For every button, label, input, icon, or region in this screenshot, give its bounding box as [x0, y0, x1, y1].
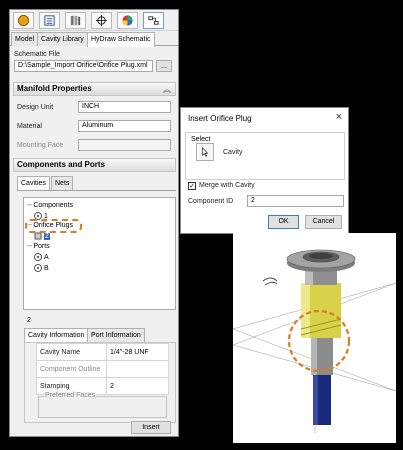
orifice-plug-model — [233, 249, 396, 433]
crosshair-icon[interactable] — [91, 12, 112, 29]
plug-shaft-highlight — [311, 333, 317, 375]
merge-checkbox[interactable]: ✓ — [188, 182, 196, 190]
schematic-file-label: Schematic File — [14, 51, 60, 58]
cavity-name-label: Cavity Name — [36, 343, 107, 361]
table-row: Cavity Name 1/4"-28 UNF — [36, 343, 169, 361]
tab-hydraw-schematic[interactable]: HyDraw Schematic — [87, 32, 155, 47]
schematic-file-field[interactable]: D:\Sample_Import Orifice\Orifice Plug.xm… — [14, 60, 153, 72]
port-icon — [34, 253, 42, 261]
panel-tabs: Model Cavity Library HyDraw Schematic — [10, 32, 178, 47]
port-b-label: B — [44, 264, 49, 272]
material-field[interactable]: Aluminum — [78, 120, 171, 132]
plug-thread-highlight — [301, 283, 310, 338]
stamping-value[interactable]: 2 — [106, 377, 169, 395]
component-id-field[interactable]: 2 — [247, 195, 344, 207]
subtab-cavities[interactable]: Cavities — [17, 176, 50, 191]
tab-port-information[interactable]: Port Information — [87, 328, 145, 342]
cavity-label: Cavity — [223, 149, 243, 156]
components-ports-title: Components and Ports — [17, 160, 106, 169]
rotate-view-icon[interactable] — [262, 277, 278, 286]
material-label: Material — [17, 123, 42, 130]
ports-label: Ports — [33, 243, 50, 250]
preferred-faces-label: Preferred Faces — [44, 392, 97, 399]
cursor-icon — [202, 147, 209, 157]
orifice-plug-icon — [34, 232, 42, 240]
components-ports-header: Components and Ports — [13, 158, 176, 172]
selection-number: 2 — [27, 317, 31, 324]
select-cavity-button[interactable] — [196, 143, 214, 161]
tree-node-port-b[interactable]: B — [34, 264, 49, 272]
close-icon[interactable]: × — [336, 111, 342, 123]
mounting-face-field — [78, 139, 171, 151]
tree-connector: ·--- — [26, 243, 32, 250]
merge-label: Merge with Cavity — [199, 182, 255, 189]
collapse-icon[interactable]: ︽ — [163, 84, 171, 96]
orifice-highlight — [25, 219, 82, 233]
list-icon[interactable] — [39, 12, 60, 29]
tab-cavity-library[interactable]: Cavity Library — [37, 32, 88, 46]
cancel-button[interactable]: Cancel — [305, 215, 342, 229]
tab-cavity-information[interactable]: Cavity Information — [24, 328, 89, 343]
hydraw-panel: Model Cavity Library HyDraw Schematic Sc… — [9, 9, 179, 437]
panel-toolbar — [10, 10, 178, 31]
ok-button[interactable]: OK — [268, 215, 299, 229]
palette-icon[interactable] — [117, 12, 138, 29]
insert-orifice-plug-dialog: Insert Orifice Plug × Select Cavity ✓ Me… — [180, 107, 349, 234]
cavity-tree: ·--- Components 1 ·--- Orifice Plugs 2 ·… — [23, 197, 176, 310]
design-unit-field[interactable]: INCH — [78, 101, 171, 113]
schematic-icon[interactable] — [143, 12, 164, 29]
design-unit-label: Design Unit — [17, 104, 54, 111]
manifold-properties-title: Manifold Properties — [17, 84, 92, 93]
subtab-nets[interactable]: Nets — [51, 176, 74, 190]
port-a-label: A — [44, 253, 49, 261]
model-3d-view[interactable] — [233, 233, 396, 443]
manifold-properties-header[interactable]: Manifold Properties ︽ — [13, 82, 176, 96]
dialog-title: Insert Orifice Plug — [188, 114, 252, 123]
tree-node-ports[interactable]: ·--- Ports — [26, 243, 50, 250]
subtab-divider — [17, 190, 176, 191]
component-id-label: Component ID — [188, 198, 234, 205]
cavity-properties-table: Cavity Name 1/4"-28 UNF Component Outlin… — [36, 343, 169, 395]
tree-node-components[interactable]: ·--- Components — [26, 202, 73, 209]
tree-node-port-a[interactable]: A — [34, 253, 49, 261]
tree-connector: ·--- — [26, 202, 32, 209]
tab-model[interactable]: Model — [11, 32, 39, 46]
orifice-2-label: 2 — [44, 232, 50, 240]
browse-button[interactable]: ... — [156, 60, 172, 72]
select-label: Select — [191, 136, 211, 143]
library-icon[interactable] — [65, 12, 86, 29]
insert-button[interactable]: Insert — [131, 421, 171, 434]
cavity-name-value[interactable]: 1/4"-28 UNF — [106, 343, 169, 361]
port-icon — [34, 264, 42, 272]
plug-bore-inner — [309, 253, 333, 259]
plug-tip-highlight — [313, 373, 318, 425]
preferred-faces-group: Preferred Faces — [38, 392, 167, 418]
table-row: Component Outline — [36, 360, 169, 378]
tree-node-orifice-2[interactable]: 2 — [34, 232, 50, 240]
components-label: Components — [33, 202, 74, 209]
component-outline-value[interactable] — [106, 360, 169, 378]
component-outline-label: Component Outline — [36, 360, 107, 378]
hand-icon[interactable] — [13, 12, 34, 29]
mounting-face-label: Mounting Face — [17, 142, 64, 149]
